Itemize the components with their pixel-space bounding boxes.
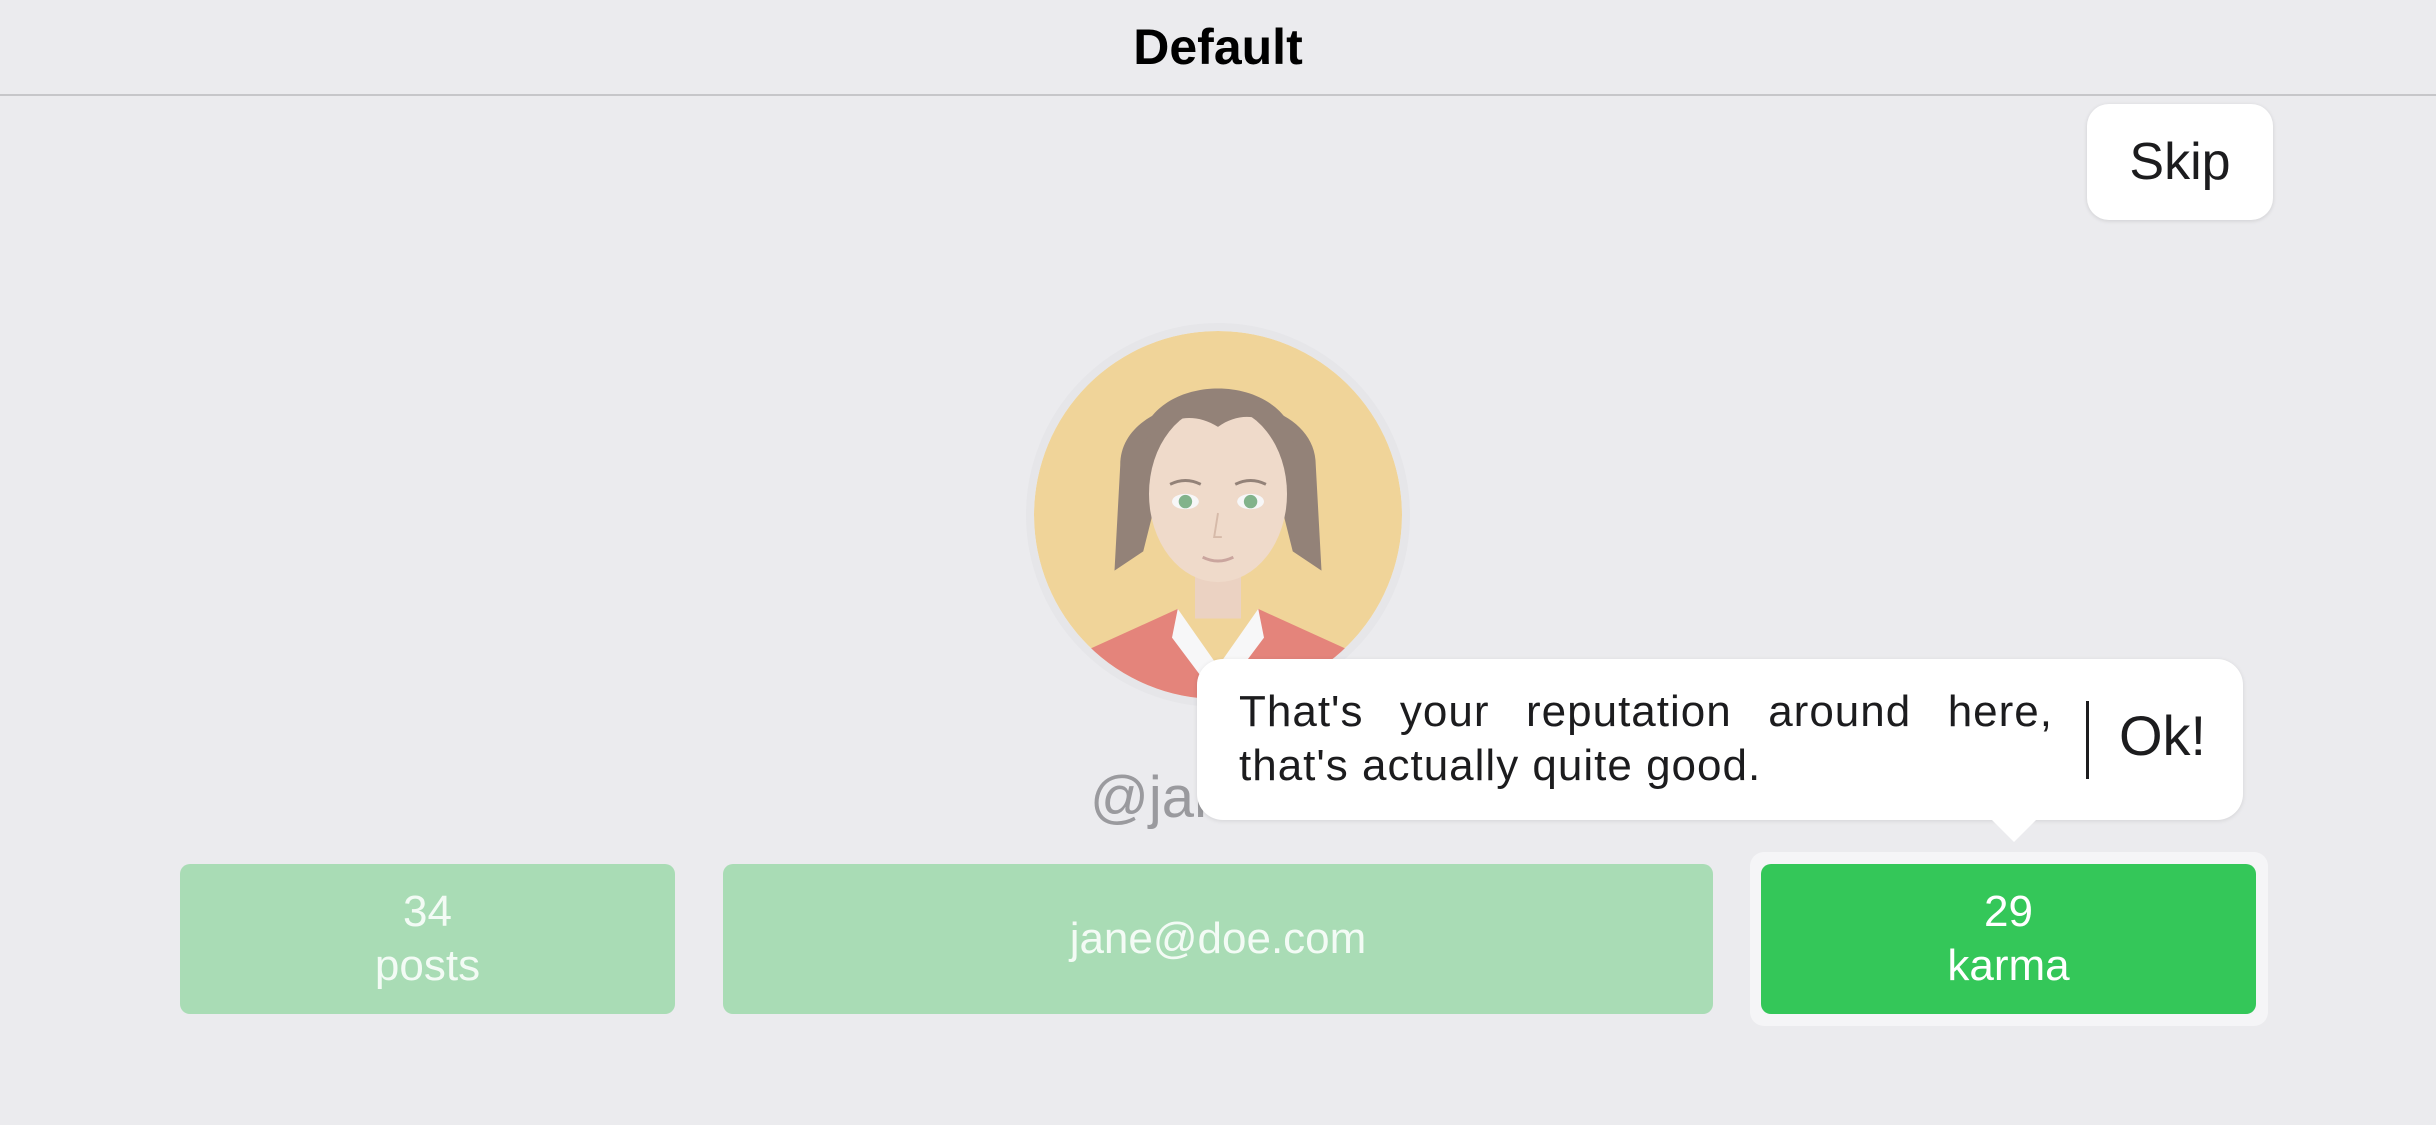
navigation-bar: Default (0, 0, 2436, 96)
tooltip-divider (2086, 701, 2089, 779)
karma-stat-tile[interactable]: 29 karma (1761, 864, 2256, 1014)
tooltip-message: That's your reputation around here, that… (1239, 687, 2053, 790)
onboarding-screen: Default Skip @jane 34 posts jane@doe.com… (0, 0, 2436, 1125)
coachmark-tooltip: That's your reputation around here, that… (1197, 659, 2243, 820)
skip-button[interactable]: Skip (2087, 104, 2273, 220)
avatar (1026, 323, 1410, 707)
karma-label: karma (1947, 941, 2070, 990)
email-tile[interactable]: jane@doe.com (723, 864, 1713, 1014)
nav-title: Default (1133, 19, 1303, 75)
karma-count: 29 (1984, 887, 2033, 936)
posts-count: 34 (403, 887, 452, 936)
tooltip-pointer (1988, 816, 2040, 842)
tooltip-ok-button[interactable]: Ok! (2119, 703, 2206, 768)
posts-label: posts (374, 941, 481, 990)
email-text: jane@doe.com (1069, 914, 1367, 963)
posts-stat-tile[interactable]: 34 posts (180, 864, 675, 1014)
avatar-illustration-icon (1034, 331, 1402, 699)
